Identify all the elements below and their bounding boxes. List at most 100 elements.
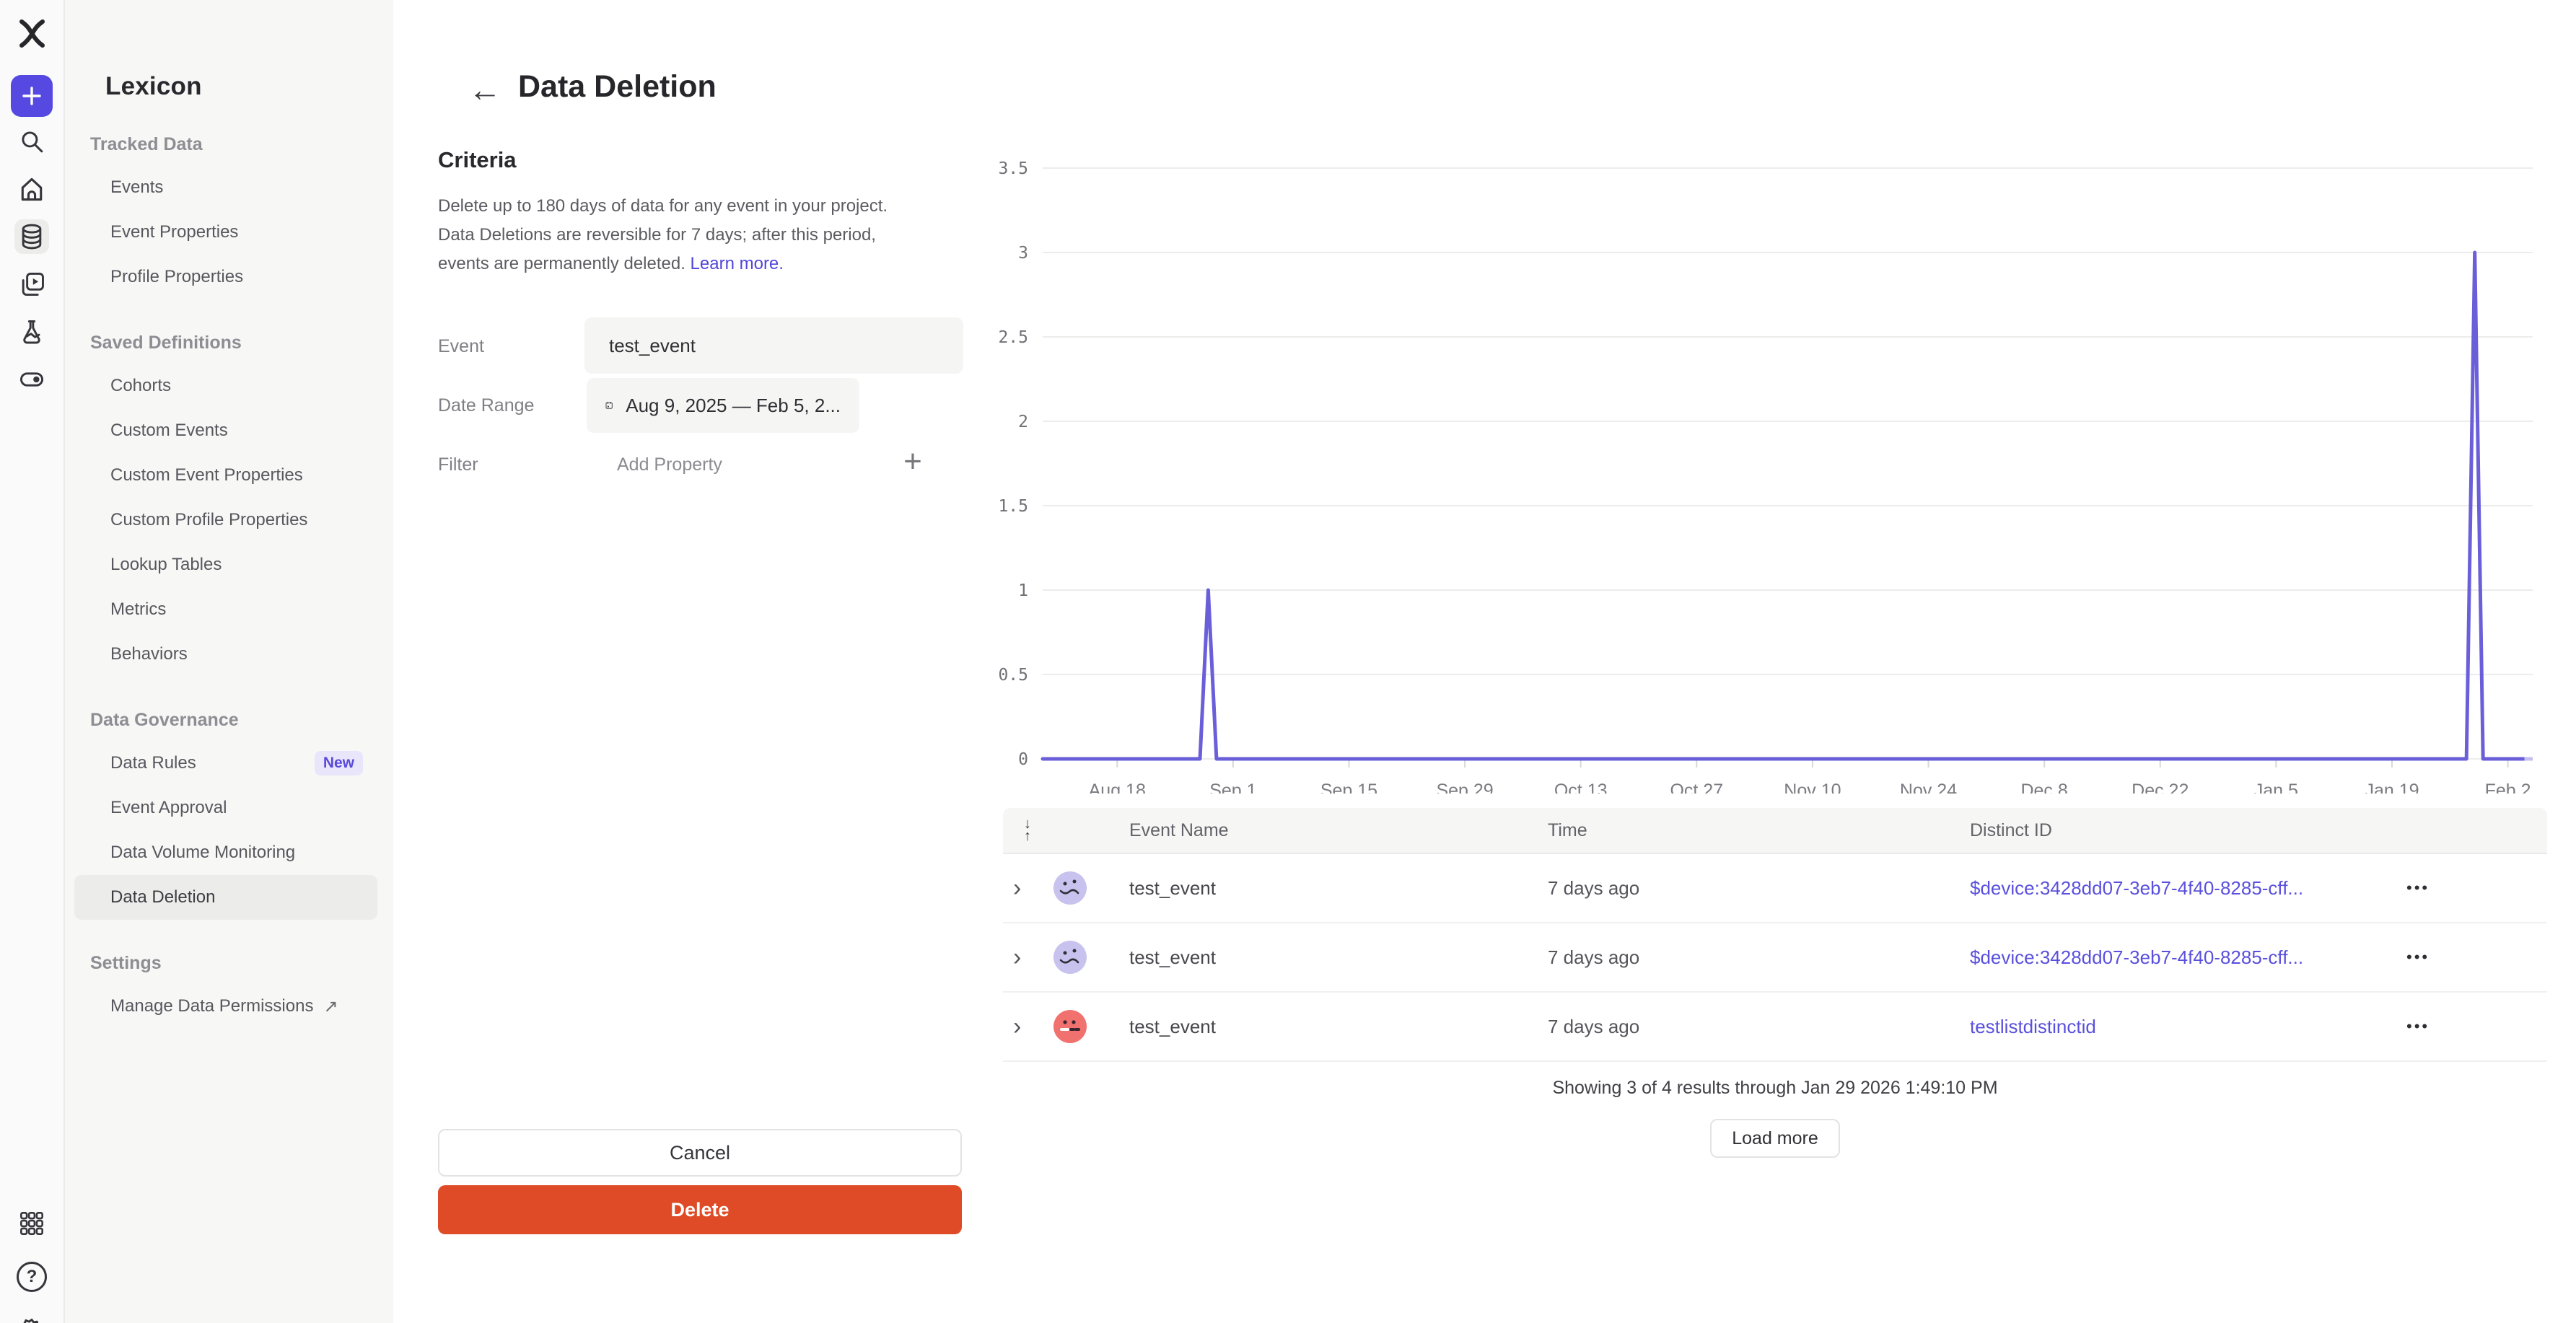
sidebar-item-lookup-tables[interactable]: Lookup Tables	[74, 542, 377, 587]
cell-distinct-id[interactable]: $device:3428dd07-3eb7-4f40-8285-cff...	[1970, 877, 2406, 900]
settings-gear-icon[interactable]	[14, 1313, 49, 1323]
search-icon[interactable]	[14, 124, 49, 159]
svg-text:Dec 22: Dec 22	[2132, 781, 2189, 794]
svg-text:1: 1	[1018, 581, 1028, 600]
expand-row-icon[interactable]: ›	[1013, 943, 1042, 972]
create-button[interactable]	[11, 75, 53, 117]
boards-icon[interactable]	[14, 267, 49, 302]
delete-button[interactable]: Delete	[438, 1185, 962, 1234]
cell-distinct-id[interactable]: testlistdistinctid	[1970, 1016, 2406, 1038]
cell-distinct-id[interactable]: $device:3428dd07-3eb7-4f40-8285-cff...	[1970, 946, 2406, 969]
expand-row-icon[interactable]: ›	[1013, 1012, 1042, 1041]
sidebar-item-cohorts[interactable]: Cohorts	[74, 364, 377, 408]
cell-time: 7 days ago	[1548, 877, 1970, 900]
group-header: Tracked Data	[90, 134, 393, 155]
criteria-description: Delete up to 180 days of data for any ev…	[438, 192, 929, 278]
svg-text:Jan 5: Jan 5	[2254, 781, 2298, 794]
svg-text:Nov 10: Nov 10	[1784, 781, 1841, 794]
svg-text:Jan 19: Jan 19	[2365, 781, 2419, 794]
date-range-field-label: Date Range	[438, 395, 534, 416]
row-menu-icon[interactable]: •••	[2406, 1017, 2547, 1036]
event-select[interactable]: test_event	[584, 317, 963, 374]
add-property-control[interactable]: Add Property	[617, 443, 722, 486]
sidebar-item-metrics[interactable]: Metrics	[74, 587, 377, 632]
new-badge: New	[315, 751, 363, 775]
svg-text:Aug 18: Aug 18	[1089, 781, 1146, 794]
svg-text:0: 0	[1018, 750, 1028, 769]
column-distinct-id: Distinct ID	[1970, 820, 2406, 841]
rail-bottom-group: ?	[14, 1206, 49, 1323]
svg-text:1.5: 1.5	[998, 497, 1028, 516]
load-more-button[interactable]: Load more	[1710, 1119, 1840, 1158]
events-table: ↓↑ Event Name Time Distinct ID › test_ev…	[1003, 808, 2547, 1158]
sidebar-item-custom-events[interactable]: Custom Events	[74, 408, 377, 453]
group-tracked-data: Tracked Data Events Event Properties Pro…	[65, 134, 393, 299]
expand-collapse-all-icon[interactable]: ↓↑	[1013, 818, 1042, 843]
criteria-description-text: Delete up to 180 days of data for any ev…	[438, 196, 888, 273]
cell-event-name: test_event	[1129, 946, 1548, 969]
row-avatar	[1053, 871, 1087, 905]
svg-text:Oct 27: Oct 27	[1670, 781, 1723, 794]
lexicon-app: ? Lexicon Tracked Data Events Event Prop…	[0, 0, 2576, 1323]
sidebar-item-data-rules[interactable]: Data Rules New	[74, 741, 377, 786]
svg-text:Sep 29: Sep 29	[1436, 781, 1493, 794]
cell-time: 7 days ago	[1548, 1016, 1970, 1038]
svg-text:2: 2	[1018, 413, 1028, 431]
feature-flags-toggle-icon[interactable]	[14, 362, 49, 397]
cell-event-name: test_event	[1129, 877, 1548, 900]
help-icon[interactable]: ?	[14, 1260, 49, 1294]
cell-time: 7 days ago	[1548, 946, 1970, 969]
row-menu-icon[interactable]: •••	[2406, 879, 2547, 897]
experiments-flask-icon[interactable]	[14, 315, 49, 349]
svg-text:3: 3	[1018, 244, 1028, 263]
home-icon[interactable]	[14, 172, 49, 206]
svg-text:Feb 2: Feb 2	[2485, 781, 2531, 794]
sidebar-item-profile-properties[interactable]: Profile Properties	[74, 255, 377, 299]
apps-grid-icon[interactable]	[14, 1206, 49, 1241]
date-range-picker[interactable]: Aug 9, 2025 — Feb 5, 2...	[587, 378, 859, 433]
svg-text:0.5: 0.5	[998, 666, 1028, 685]
sidebar-item-manage-data-permissions[interactable]: Manage Data Permissions ↗	[74, 984, 377, 1029]
event-select-value: test_event	[609, 335, 696, 357]
svg-text:Dec 8: Dec 8	[2020, 781, 2067, 794]
sidebar-item-custom-profile-properties[interactable]: Custom Profile Properties	[74, 498, 377, 542]
lexicon-sidebar: Lexicon Tracked Data Events Event Proper…	[65, 0, 393, 1323]
table-row: › test_event 7 days ago $device:3428dd07…	[1003, 923, 2547, 993]
page-title: Data Deletion	[518, 69, 717, 105]
row-avatar	[1053, 1010, 1087, 1043]
table-row: › test_event 7 days ago $device:3428dd07…	[1003, 854, 2547, 923]
learn-more-link[interactable]: Learn more.	[691, 254, 784, 273]
sidebar-item-event-properties[interactable]: Event Properties	[74, 210, 377, 255]
group-header: Saved Definitions	[90, 333, 393, 353]
column-time: Time	[1548, 820, 1970, 841]
expand-row-icon[interactable]: ›	[1013, 874, 1042, 902]
back-button[interactable]: ←	[462, 66, 508, 113]
add-filter-plus-icon[interactable]: +	[890, 439, 936, 485]
row-menu-icon[interactable]: •••	[2406, 948, 2547, 967]
table-header: ↓↑ Event Name Time Distinct ID	[1003, 808, 2547, 854]
sidebar-title: Lexicon	[105, 72, 393, 101]
sidebar-item-event-approval[interactable]: Event Approval	[74, 786, 377, 830]
svg-text:Nov 24: Nov 24	[1900, 781, 1957, 794]
cancel-button[interactable]: Cancel	[438, 1129, 962, 1177]
sidebar-item-custom-event-properties[interactable]: Custom Event Properties	[74, 453, 377, 498]
event-field-label: Event	[438, 336, 484, 357]
lexicon-data-icon[interactable]	[14, 219, 49, 254]
mixpanel-logo-icon[interactable]	[14, 16, 49, 50]
sidebar-item-data-volume-monitoring[interactable]: Data Volume Monitoring	[74, 830, 377, 875]
sidebar-item-events[interactable]: Events	[74, 165, 377, 210]
svg-text:Oct 13: Oct 13	[1554, 781, 1608, 794]
results-summary: Showing 3 of 4 results through Jan 29 20…	[1003, 1078, 2547, 1099]
svg-text:Sep 1: Sep 1	[1209, 781, 1256, 794]
column-event-name: Event Name	[1129, 820, 1548, 841]
events-chart: 3.532.521.510.50Aug 18Sep 1Sep 15Sep 29O…	[981, 144, 2554, 794]
svg-text:Sep 15: Sep 15	[1320, 781, 1377, 794]
calendar-icon	[605, 393, 613, 418]
sidebar-item-behaviors[interactable]: Behaviors	[74, 632, 377, 677]
criteria-heading: Criteria	[438, 147, 517, 173]
group-header: Data Governance	[90, 710, 393, 731]
table-row: › test_event 7 days ago testlistdistinct…	[1003, 993, 2547, 1062]
external-link-icon: ↗	[323, 996, 338, 1017]
group-settings: Settings Manage Data Permissions ↗	[65, 953, 393, 1029]
sidebar-item-data-deletion[interactable]: Data Deletion	[74, 875, 377, 920]
